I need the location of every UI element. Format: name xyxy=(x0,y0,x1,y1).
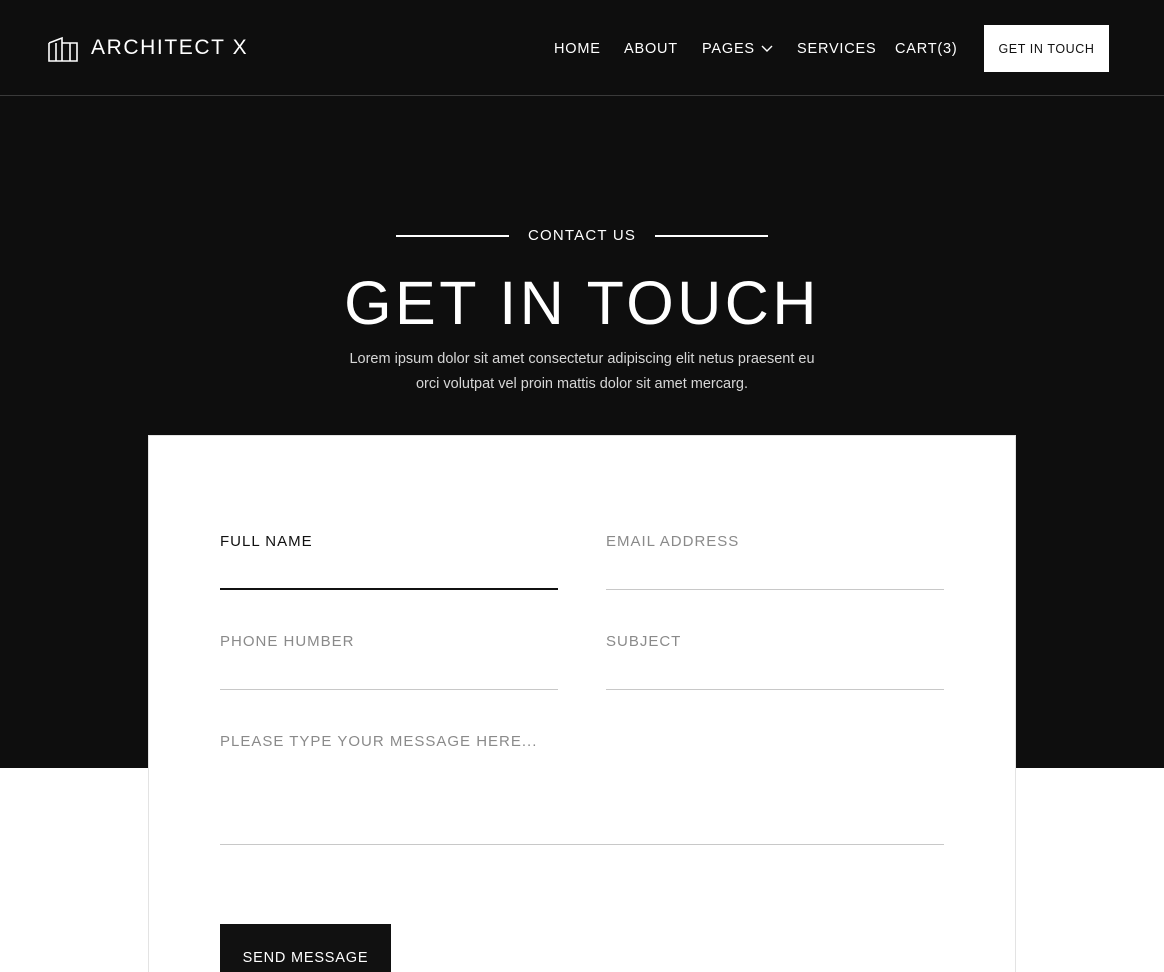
email-label: EMAIL ADDRESS xyxy=(606,533,740,550)
nav-pages[interactable]: PAGES xyxy=(702,39,773,59)
eyebrow-divider-left xyxy=(395,235,509,237)
nav-pages-label: PAGES xyxy=(702,41,755,57)
subject-field[interactable]: SUBJECT xyxy=(606,632,944,690)
eyebrow-divider-right xyxy=(655,235,769,237)
send-message-label: SEND MESSAGE xyxy=(242,950,369,966)
nav-services[interactable]: SERVICES xyxy=(797,39,876,59)
full-name-underline xyxy=(220,588,558,590)
intro-text: Lorem ipsum dolor sit amet consectetur a… xyxy=(332,347,832,396)
message-underline xyxy=(220,844,944,845)
nav-cart[interactable]: CART(3) xyxy=(895,39,958,59)
subject-underline xyxy=(606,689,944,690)
intro-line-2: orci volutpat vel proin mattis dolor sit… xyxy=(415,375,748,392)
eyebrow-text: CONTACT US xyxy=(527,227,637,244)
message-placeholder: PLEASE TYPE YOUR MESSAGE HERE... xyxy=(220,733,538,750)
full-name-field[interactable]: FULL NAME xyxy=(220,532,558,590)
nav-home[interactable]: HOME xyxy=(554,39,601,59)
contact-form: FULL NAME EMAIL ADDRESS PHONE HUMBER SUB… xyxy=(148,435,1016,972)
phone-field[interactable]: PHONE HUMBER xyxy=(220,632,558,690)
page-title: GET IN TOUCH xyxy=(344,269,820,337)
phone-label: PHONE HUMBER xyxy=(220,633,355,650)
send-message-button[interactable]: SEND MESSAGE xyxy=(220,924,391,972)
section-eyebrow: CONTACT US xyxy=(0,226,1164,246)
phone-underline xyxy=(220,689,558,690)
intro-line-1: Lorem ipsum dolor sit amet consectetur a… xyxy=(349,351,815,367)
subject-label: SUBJECT xyxy=(606,633,682,650)
email-field[interactable]: EMAIL ADDRESS xyxy=(606,532,944,590)
chevron-down-icon xyxy=(761,45,773,52)
site-header: ARCHITECT X HOME ABOUT PAGES SERVICES CA… xyxy=(0,0,1164,96)
nav-about[interactable]: ABOUT xyxy=(624,39,678,59)
get-in-touch-button[interactable]: GET IN TOUCH xyxy=(984,25,1109,72)
email-underline xyxy=(606,589,944,590)
full-name-label: FULL NAME xyxy=(220,533,313,550)
message-field[interactable]: PLEASE TYPE YOUR MESSAGE HERE... xyxy=(220,732,944,846)
